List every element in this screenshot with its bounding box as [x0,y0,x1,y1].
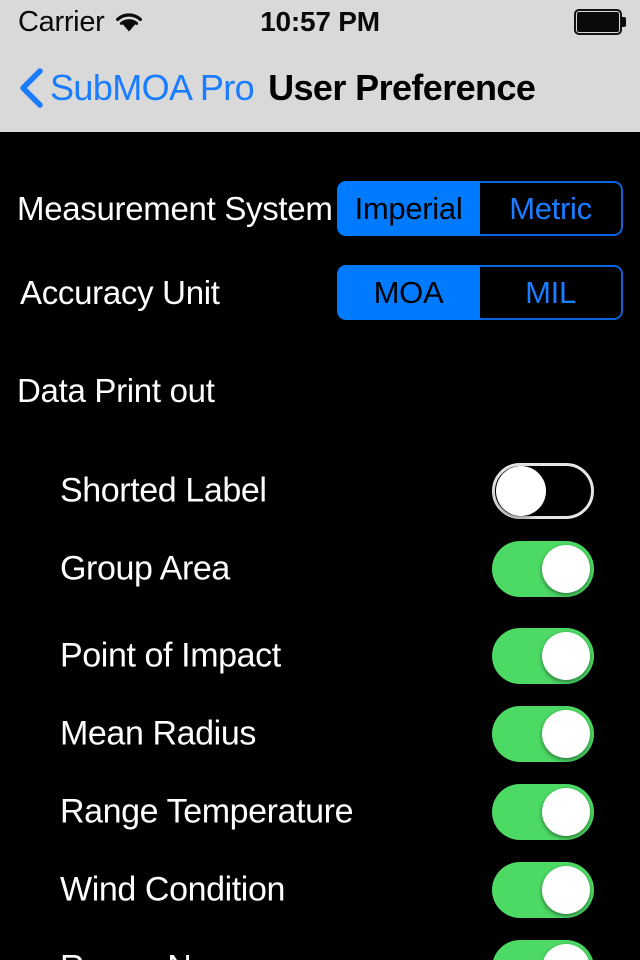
toggle-switch-wind-condition[interactable] [492,862,594,918]
status-bar: Carrier 10:57 PM [0,0,640,44]
page-title: User Preference [268,67,536,108]
chevron-left-icon [18,67,44,109]
toggle-row-range-name: Range Name [0,933,640,960]
toggle-label-range-name: Range Name [60,949,257,960]
status-bar-right [574,0,626,44]
setting-row-accuracy-unit: Accuracy Unit MOA MIL [0,265,640,321]
toggle-label-point-of-impact: Point of Impact [60,636,281,675]
toggle-switch-range-temperature[interactable] [492,784,594,840]
clock-label: 10:57 PM [260,6,380,37]
segment-metric[interactable]: Metric [480,181,623,236]
toggle-knob [542,944,590,960]
settings-list: Measurement System Imperial Metric Accur… [0,132,640,960]
toggle-knob [496,466,546,516]
section-header-data-print-out: Data Print out [17,372,215,409]
toggle-label-shorted-label: Shorted Label [60,471,267,510]
segment-moa[interactable]: MOA [337,265,480,320]
toggle-row-mean-radius: Mean Radius [0,699,640,769]
battery-full-icon [574,9,626,35]
toggle-knob [542,710,590,758]
toggle-knob [542,788,590,836]
toggle-switch-mean-radius[interactable] [492,706,594,762]
setting-label-measurement-system: Measurement System [17,190,333,227]
toggle-knob [542,545,590,593]
toggle-label-group-area: Group Area [60,549,230,588]
setting-row-measurement-system: Measurement System Imperial Metric [0,181,640,237]
toggle-label-wind-condition: Wind Condition [60,870,285,909]
toggle-knob [542,632,590,680]
toggle-row-group-area: Group Area [0,534,640,604]
toggle-label-range-temperature: Range Temperature [60,792,354,831]
toggle-switch-shorted-label[interactable] [492,463,594,519]
toggle-switch-group-area[interactable] [492,541,594,597]
back-button[interactable]: SubMOA Pro [18,67,255,109]
toggle-row-shorted-label: Shorted Label [0,456,640,526]
setting-label-accuracy-unit: Accuracy Unit [20,274,220,311]
toggle-knob [542,866,590,914]
segmented-control-accuracy-unit[interactable]: MOA MIL [337,265,623,320]
back-button-label: SubMOA Pro [50,67,255,108]
toggle-label-mean-radius: Mean Radius [60,714,256,753]
navigation-bar: SubMOA Pro User Preference [0,44,640,132]
toggle-switch-point-of-impact[interactable] [492,628,594,684]
toggle-row-range-temperature: Range Temperature [0,777,640,847]
segment-imperial[interactable]: Imperial [337,181,480,236]
app-screen: Carrier 10:57 PM SubMOA Pro User Prefere… [0,0,640,960]
segmented-control-measurement-system[interactable]: Imperial Metric [337,181,623,236]
toggle-switch-range-name[interactable] [492,940,594,960]
segment-mil[interactable]: MIL [480,265,623,320]
toggle-row-wind-condition: Wind Condition [0,855,640,925]
toggle-row-point-of-impact: Point of Impact [0,621,640,691]
